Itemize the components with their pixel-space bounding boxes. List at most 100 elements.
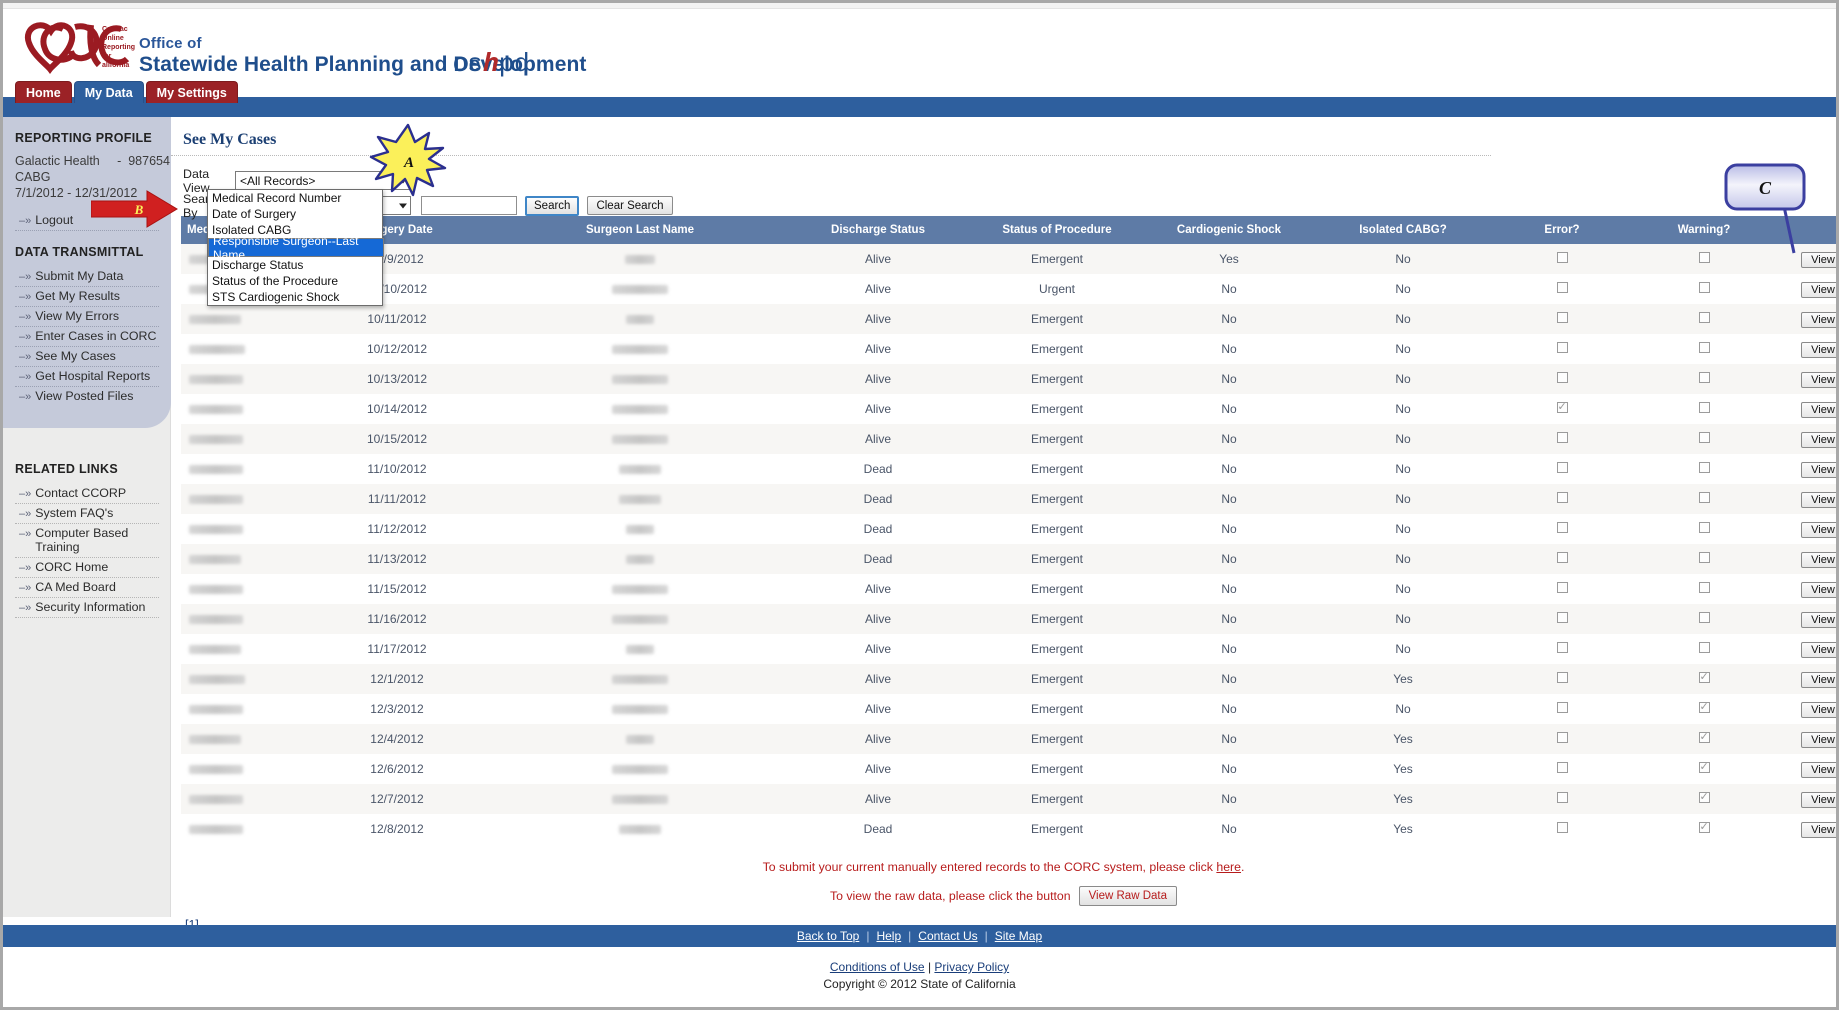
warning-checkbox[interactable] [1698,820,1710,833]
error-checkbox[interactable] [1556,702,1568,713]
warning-checkbox[interactable] [1698,522,1710,533]
view-raw-data-button[interactable]: View Raw Data [1078,886,1177,906]
view-button[interactable]: View [1801,552,1836,568]
error-checkbox[interactable] [1556,462,1568,473]
sidebar-item-submit-my-data[interactable]: –» Submit My Data [15,267,159,287]
col-error[interactable]: Error? [1491,216,1633,244]
sidebar-item-see-my-cases[interactable]: –» See My Cases [15,347,159,367]
dropdown-option-date-of-surgery[interactable]: Date of Surgery [208,206,382,222]
warning-checkbox[interactable] [1698,612,1710,623]
sidebar-item-contact-ccorp[interactable]: –» Contact CCORP [15,484,159,504]
view-button[interactable]: View [1801,732,1836,748]
search-input[interactable] [421,196,517,215]
error-checkbox[interactable] [1556,552,1568,563]
sidebar-item-get-hospital-reports[interactable]: –» Get Hospital Reports [15,367,159,387]
sidebar-item-security-information[interactable]: –» Security Information [15,598,159,618]
view-button[interactable]: View [1801,582,1836,598]
warning-checkbox[interactable] [1698,582,1710,593]
col-isolated-cabg[interactable]: Isolated CABG? [1315,216,1491,244]
view-button[interactable]: View [1801,522,1836,538]
warning-checkbox[interactable] [1698,790,1710,803]
footer-link-privacy-policy[interactable]: Privacy Policy [934,960,1009,974]
error-checkbox[interactable] [1556,522,1568,533]
view-button[interactable]: View [1801,612,1836,628]
view-button[interactable]: View [1801,312,1836,328]
view-button[interactable]: View [1801,492,1836,508]
view-button[interactable]: View [1801,642,1836,658]
view-button[interactable]: View [1801,762,1836,778]
warning-checkbox[interactable] [1698,760,1710,773]
col-status-of-procedure[interactable]: Status of Procedure [971,216,1143,244]
warning-checkbox[interactable] [1698,342,1710,353]
warning-checkbox[interactable] [1698,730,1710,743]
warning-checkbox[interactable] [1698,252,1710,263]
view-button[interactable]: View [1801,402,1836,418]
search-button[interactable]: Search [525,195,580,216]
search-by-dropdown-list[interactable]: Medical Record Number Date of Surgery Is… [207,189,384,306]
warning-checkbox[interactable] [1698,432,1710,443]
error-checkbox[interactable] [1556,822,1568,833]
warning-checkbox[interactable] [1698,312,1710,323]
dropdown-option-sts-cardiogenic-shock[interactable]: STS Cardiogenic Shock [208,289,382,305]
view-button[interactable]: View [1801,372,1836,388]
warning-checkbox[interactable] [1698,282,1710,293]
error-checkbox[interactable] [1556,612,1568,623]
warning-checkbox[interactable] [1698,402,1710,413]
redacted-value [612,405,668,415]
error-checkbox[interactable] [1556,492,1568,503]
view-button[interactable]: View [1801,432,1836,448]
error-checkbox[interactable] [1556,672,1568,683]
error-checkbox[interactable] [1556,312,1568,323]
sidebar-item-computer-based-training[interactable]: –» Computer Based Training [15,524,159,558]
sidebar-item-view-my-errors[interactable]: –» View My Errors [15,307,159,327]
view-button[interactable]: View [1801,282,1836,298]
dropdown-option-medical-record-number[interactable]: Medical Record Number [208,190,382,206]
col-cardiogenic-shock[interactable]: Cardiogenic Shock [1143,216,1315,244]
sidebar-item-ca-med-board[interactable]: –» CA Med Board [15,578,159,598]
footer-link-conditions-of-use[interactable]: Conditions of Use [830,960,925,974]
error-checkbox[interactable] [1556,792,1568,803]
dropdown-option-status-of-the-procedure[interactable]: Status of the Procedure [208,273,382,289]
warning-checkbox[interactable] [1698,670,1710,683]
footer-link-back-to-top[interactable]: Back to Top [797,929,859,943]
sidebar-item-enter-cases-in-corc[interactable]: –» Enter Cases in CORC [15,327,159,347]
sidebar-item-system-faqs[interactable]: –» System FAQ's [15,504,159,524]
warning-checkbox[interactable] [1698,552,1710,563]
sidebar-item-corc-home[interactable]: –» CORC Home [15,558,159,578]
footer-link-contact-us[interactable]: Contact Us [918,929,977,943]
error-checkbox[interactable] [1556,732,1568,743]
error-checkbox[interactable] [1556,342,1568,353]
error-checkbox[interactable] [1556,400,1568,413]
footer-link-site-map[interactable]: Site Map [995,929,1042,943]
dropdown-option-responsible-surgeon-last-name[interactable]: Responsible Surgeon--Last Name [208,234,384,262]
col-surgeon-last-name[interactable]: Surgeon Last Name [495,216,785,244]
view-button[interactable]: View [1801,702,1836,718]
tab-my-settings[interactable]: My Settings [145,81,238,103]
view-button[interactable]: View [1801,792,1836,808]
footer-link-help[interactable]: Help [876,929,901,943]
warning-checkbox[interactable] [1698,700,1710,713]
error-checkbox[interactable] [1556,252,1568,263]
warning-checkbox[interactable] [1698,372,1710,383]
error-checkbox[interactable] [1556,762,1568,773]
warning-checkbox[interactable] [1698,642,1710,653]
cell-status-of-procedure: Emergent [1030,732,1084,746]
error-checkbox[interactable] [1556,432,1568,443]
warning-checkbox[interactable] [1698,462,1710,473]
error-checkbox[interactable] [1556,372,1568,383]
sidebar-item-get-my-results[interactable]: –» Get My Results [15,287,159,307]
col-discharge-status[interactable]: Discharge Status [785,216,971,244]
error-checkbox[interactable] [1556,582,1568,593]
view-button[interactable]: View [1801,462,1836,478]
clear-search-button[interactable]: Clear Search [587,196,673,215]
sidebar-item-view-posted-files[interactable]: –» View Posted Files [15,387,159,406]
view-button[interactable]: View [1801,672,1836,688]
error-checkbox[interactable] [1556,642,1568,653]
warning-checkbox[interactable] [1698,492,1710,503]
tab-home[interactable]: Home [15,81,72,103]
view-button[interactable]: View [1801,822,1836,838]
tab-my-data[interactable]: My Data [73,81,144,103]
view-button[interactable]: View [1801,342,1836,358]
submit-here-link[interactable]: here [1216,860,1241,874]
error-checkbox[interactable] [1556,282,1568,293]
